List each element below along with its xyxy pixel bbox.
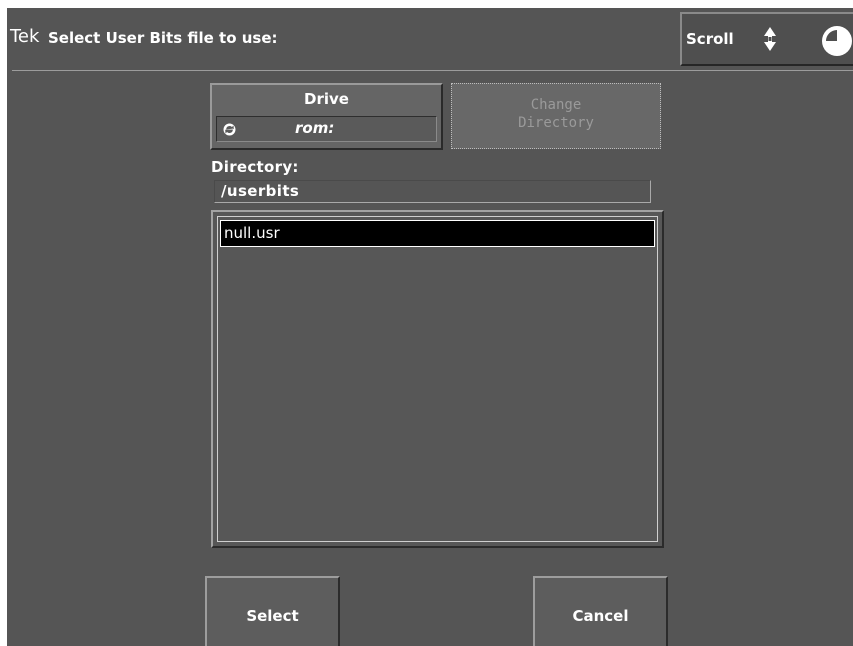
drive-value: rom: [295, 119, 335, 137]
knob-icon [822, 26, 852, 56]
scroll-label: Scroll [686, 30, 734, 48]
file-list-area[interactable]: null.usr [217, 216, 658, 542]
list-item[interactable]: null.usr [220, 220, 655, 247]
file-dialog: Tek Select User Bits file to use: Scroll… [7, 8, 853, 646]
directory-path-field: /userbits [214, 180, 651, 203]
file-name: null.usr [224, 224, 280, 242]
select-label: Select [246, 607, 299, 625]
cancel-label: Cancel [572, 607, 629, 625]
title-divider [12, 70, 853, 71]
drive-label: Drive [304, 90, 349, 108]
title-bar: Tek Select User Bits file to use: Scroll [7, 8, 853, 70]
cancel-button[interactable]: Cancel [533, 576, 668, 646]
cycle-icon [223, 123, 236, 136]
directory-heading: Directory: [211, 158, 299, 176]
dialog-title: Select User Bits file to use: [48, 29, 278, 47]
up-down-arrow-icon [764, 27, 776, 51]
file-list[interactable]: null.usr [211, 210, 664, 548]
drive-selector[interactable]: Drive rom: [210, 83, 443, 150]
directory-path: /userbits [221, 182, 300, 200]
scroll-button[interactable]: Scroll [680, 12, 853, 66]
drive-value-field[interactable]: rom: [216, 116, 437, 142]
change-directory-label: Change Directory [518, 97, 594, 131]
change-directory-button[interactable]: Change Directory [451, 83, 661, 149]
select-button[interactable]: Select [205, 576, 340, 646]
brand-label: Tek [10, 26, 40, 47]
